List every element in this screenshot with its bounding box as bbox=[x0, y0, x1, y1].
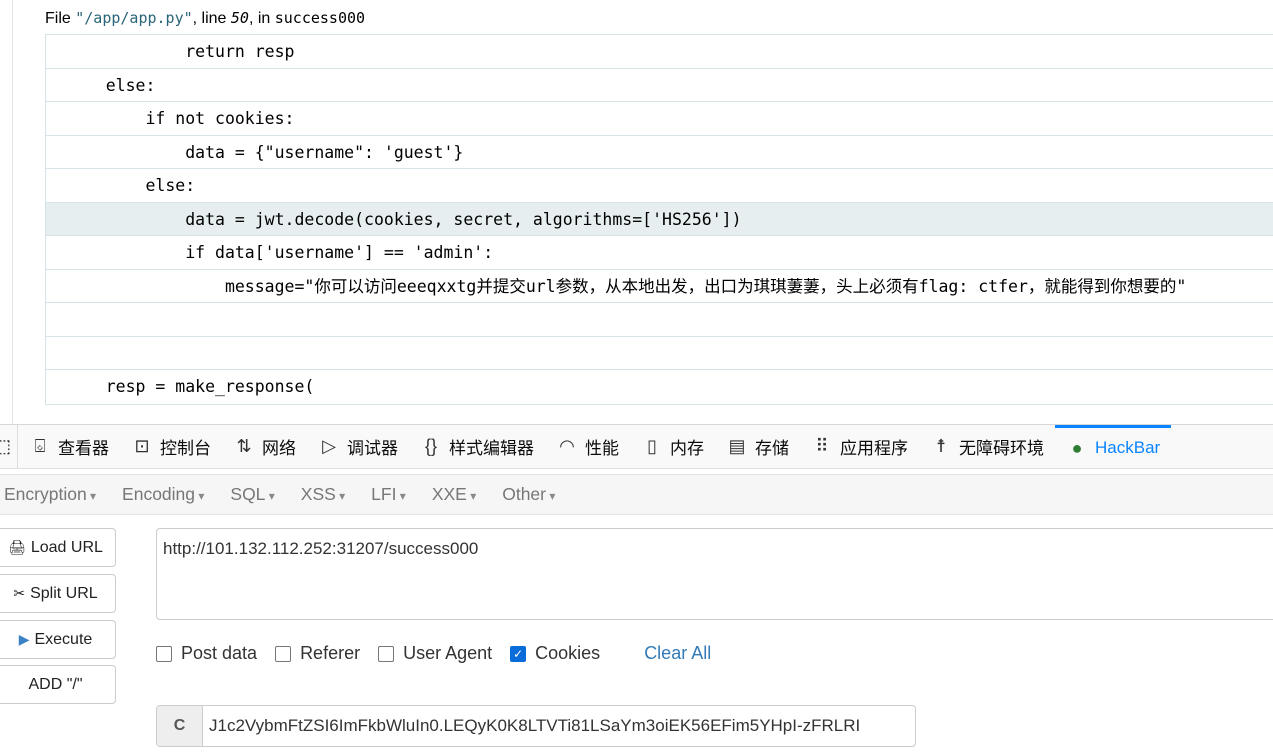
referer-label: Referer bbox=[300, 643, 361, 663]
function-name: success000 bbox=[274, 9, 366, 27]
load-icon: 🖨 bbox=[8, 539, 26, 555]
checkbox-box[interactable] bbox=[378, 645, 395, 662]
hackbar-icon: ● bbox=[1071, 437, 1083, 458]
checkmark-icon[interactable]: ✓ bbox=[510, 645, 527, 662]
clear-all-link[interactable]: Clear All bbox=[644, 643, 711, 664]
checkbox-box[interactable] bbox=[156, 645, 172, 662]
add-slash-button[interactable]: ADD "/" bbox=[0, 665, 116, 704]
element-picker-icon[interactable]: ⬚ bbox=[0, 424, 18, 469]
tab-label: 样式编辑器 bbox=[449, 439, 534, 458]
load-url-button[interactable]: 🖨 Load URL bbox=[0, 528, 116, 567]
divider bbox=[12, 0, 13, 424]
play-icon: ▶ bbox=[18, 631, 30, 647]
load-url-label: Load URL bbox=[30, 538, 103, 556]
devtools-toolbar: ⬚ ⌺ 查看器 ⊡ 控制台 ⇅ 网络 ▷ 调试器 {} 样式编辑器 ◠ 性能 ▯ 内存 ▤ 存储 ⠿ 应用程序 ☨ 无… bbox=[0, 424, 1273, 469]
performance-icon: ◠ bbox=[559, 436, 575, 456]
execute-button[interactable]: ▶ Execute bbox=[0, 620, 116, 659]
tab-控制台[interactable]: ⊡ 控制台 bbox=[120, 425, 222, 469]
storage-icon: ▤ bbox=[728, 436, 746, 456]
user-agent-label: User Agent bbox=[403, 643, 493, 663]
network-icon: ⇅ bbox=[236, 436, 252, 456]
tab-label: 调试器 bbox=[347, 439, 398, 458]
menu-encryption[interactable]: Encryption bbox=[4, 484, 96, 505]
code-line: data = jwt.decode(cookies, secret, algor… bbox=[46, 202, 1273, 236]
tab-label: 内存 bbox=[670, 439, 704, 458]
line-number: 50 bbox=[230, 9, 249, 27]
tab-label: HackBar bbox=[1095, 438, 1161, 457]
add-slash-label: ADD "/" bbox=[28, 675, 83, 693]
split-url-button[interactable]: ✂ Split URL bbox=[0, 574, 116, 613]
post-data-checkbox[interactable]: Post data bbox=[156, 643, 257, 664]
tab-网络[interactable]: ⇅ 网络 bbox=[222, 425, 307, 469]
menu-other[interactable]: Other bbox=[502, 484, 555, 505]
in-label: , in bbox=[248, 10, 275, 27]
tab-label: 网络 bbox=[262, 439, 296, 458]
traceback-page: File "/app/app.py", line 50, in success0… bbox=[0, 0, 1273, 424]
tab-内存[interactable]: ▯ 内存 bbox=[630, 425, 715, 469]
tab-存储[interactable]: ▤ 存储 bbox=[715, 425, 800, 469]
cookies-checkbox[interactable]: ✓ Cookies bbox=[510, 643, 600, 664]
menu-encoding[interactable]: Encoding bbox=[122, 484, 204, 505]
tab-应用程序[interactable]: ⠿ 应用程序 bbox=[800, 425, 919, 469]
cookie-addon-label: C bbox=[157, 706, 203, 746]
inspector-icon: ⌺ bbox=[34, 436, 46, 456]
menu-xxe[interactable]: XXE bbox=[432, 484, 476, 505]
tab-label: 性能 bbox=[585, 439, 619, 458]
tab-查看器[interactable]: ⌺ 查看器 bbox=[18, 425, 120, 469]
accessibility-icon: ☨ bbox=[936, 436, 946, 456]
code-line: return resp bbox=[46, 35, 1273, 69]
file-name: "/app/app.py" bbox=[75, 9, 193, 27]
menu-sql[interactable]: SQL bbox=[230, 484, 274, 505]
tab-无障碍环境[interactable]: ☨ 无障碍环境 bbox=[919, 425, 1055, 469]
cookies-label: Cookies bbox=[535, 643, 601, 663]
execute-label: Execute bbox=[34, 630, 93, 648]
cookie-field: C J1c2VybmFtZSI6ImFkbWluIn0.LEQyK0K8LTVT… bbox=[156, 705, 916, 747]
tab-label: 控制台 bbox=[160, 439, 211, 458]
code-line bbox=[46, 303, 1273, 337]
code-line bbox=[46, 337, 1273, 370]
user-agent-checkbox[interactable]: User Agent bbox=[378, 643, 492, 664]
referer-checkbox[interactable]: Referer bbox=[275, 643, 360, 664]
line-label: , line bbox=[192, 10, 231, 27]
tab-性能[interactable]: ◠ 性能 bbox=[545, 425, 630, 469]
code-line: else: bbox=[46, 69, 1273, 102]
split-url-label: Split URL bbox=[30, 584, 98, 602]
menu-lfi[interactable]: LFI bbox=[371, 484, 406, 505]
style-editor-icon: {} bbox=[424, 436, 438, 456]
code-line: if data['username'] == 'admin': bbox=[46, 236, 1273, 270]
cookie-input[interactable]: J1c2VybmFtZSI6ImFkbWluIn0.LEQyK0K8LTVTi8… bbox=[203, 706, 860, 746]
menu-xss[interactable]: XSS bbox=[301, 484, 345, 505]
hackbar-menu: Encryption Encoding SQL XSS LFI XXE Other bbox=[0, 474, 1273, 515]
options-row: Post data Referer User Agent ✓ Cookies Cl… bbox=[156, 643, 711, 664]
tab-hackbar[interactable]: ● HackBar bbox=[1055, 424, 1172, 469]
application-icon: ⠿ bbox=[815, 436, 829, 456]
checkbox-box[interactable] bbox=[275, 645, 292, 662]
traceback-frame-header: File "/app/app.py", line 50, in success0… bbox=[45, 9, 365, 28]
tab-label: 存储 bbox=[755, 439, 789, 458]
code-line: if not cookies: bbox=[46, 102, 1273, 136]
code-line: data = {"username": 'guest'} bbox=[46, 136, 1273, 169]
code-line: message="你可以访问eeeqxxtg并提交url参数，从本地出发，出口为… bbox=[46, 270, 1273, 303]
tab-label: 应用程序 bbox=[840, 439, 908, 458]
scissors-icon: ✂ bbox=[13, 585, 26, 601]
debugger-icon: ▷ bbox=[322, 436, 336, 456]
post-data-label: Post data bbox=[181, 643, 258, 663]
url-input[interactable]: http://101.132.112.252:31207/success000 bbox=[156, 528, 1273, 620]
memory-icon: ▯ bbox=[647, 436, 657, 456]
source-code-block: return resp else: if not cookies: data =… bbox=[45, 34, 1273, 405]
console-icon: ⊡ bbox=[134, 436, 150, 456]
tab-调试器[interactable]: ▷ 调试器 bbox=[307, 425, 409, 469]
code-line: else: bbox=[46, 169, 1273, 203]
tab-label: 无障碍环境 bbox=[959, 439, 1044, 458]
file-label: File bbox=[45, 10, 76, 27]
tab-样式编辑器[interactable]: {} 样式编辑器 bbox=[409, 425, 545, 469]
tab-label: 查看器 bbox=[58, 439, 109, 458]
code-line: resp = make_response( bbox=[66, 377, 315, 396]
